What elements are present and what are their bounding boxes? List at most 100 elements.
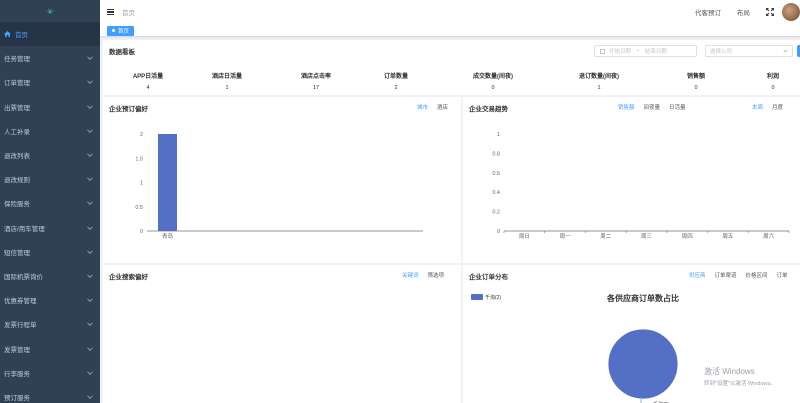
y-tick-label: 2 xyxy=(140,132,143,138)
end-date-input[interactable]: 结束日期 xyxy=(645,47,667,55)
legend-swatch[interactable] xyxy=(471,294,483,300)
chevron-down-icon xyxy=(87,127,93,133)
chevron-down-icon xyxy=(87,369,93,375)
chevron-down-icon xyxy=(87,175,93,182)
layout-link[interactable]: 布局 xyxy=(737,7,750,17)
sidebar-item-label: 发票管理 xyxy=(4,346,30,354)
sidebar-item[interactable]: 发票行程单 xyxy=(0,312,100,336)
x-tick-label: 周三 xyxy=(641,233,653,240)
x-tick-label: 周六 xyxy=(763,232,775,240)
legend-label[interactable]: 千淘(2) xyxy=(485,294,501,301)
stat-item: 酒店日活量 1 xyxy=(197,71,257,91)
sidebar-item[interactable]: 优惠券管理 xyxy=(0,288,100,312)
sidebar-menu: 首页任务管理订单管理出票管理人工补录退改列表 退改规则保险服务酒店/用车管理短信管… xyxy=(0,22,100,403)
sidebar-item-label: 首页 xyxy=(15,32,28,40)
pie-slice[interactable] xyxy=(607,328,679,400)
stat-value: 4 xyxy=(146,85,150,91)
booking-preference-panel: 企业预订偏好 城市 酒店 0 0.5 1 1.5 2 青岛 xyxy=(103,97,461,263)
tab-filter[interactable]: 筛选项 xyxy=(428,271,445,279)
sidebar-item[interactable]: 人工补录 xyxy=(0,119,100,143)
stat-value: 0 xyxy=(491,85,495,91)
sidebar-item[interactable]: 退改列表 xyxy=(0,143,100,167)
chevron-down-icon xyxy=(87,296,93,303)
sidebar-item-label: 人工补录 xyxy=(4,128,30,136)
y-tick-label: 1 xyxy=(497,132,500,138)
y-tick-label: 0.2 xyxy=(492,210,500,216)
stat-label: 酒店点击率 xyxy=(300,74,331,80)
stat-item: APP日活量 4 xyxy=(118,71,178,91)
home-icon xyxy=(4,31,11,38)
chevron-down-icon xyxy=(87,54,93,61)
panel-title: 企业搜索偏好 xyxy=(109,274,148,281)
tags-view: 首页 xyxy=(100,24,800,37)
stat-value: 1 xyxy=(225,85,229,91)
sidebar-item-label: 保险服务 xyxy=(4,201,30,209)
sidebar-item[interactable]: 任务管理 xyxy=(0,46,100,70)
stat-label: 成交数量(间夜) xyxy=(473,74,513,80)
sidebar-item[interactable]: 酒店/用车管理 xyxy=(0,216,100,240)
leaf-logo-icon xyxy=(45,8,55,14)
booking-link[interactable]: 代客预订 xyxy=(695,7,721,17)
y-tick-label: 0.5 xyxy=(135,205,143,211)
company-select-placeholder: 选择公司 xyxy=(710,49,733,55)
sidebar-item[interactable]: 首页 xyxy=(0,22,100,47)
chevron-down-icon xyxy=(87,78,93,85)
watermark-line-1: 激活 Windows xyxy=(704,367,755,376)
sidebar-item-label: 短信管理 xyxy=(4,249,30,257)
sidebar-item-label: 优惠券管理 xyxy=(4,298,37,306)
stat-item: 成交数量(间夜) 0 xyxy=(463,71,523,91)
date-range-picker[interactable]: 开始日期 - 结束日期 xyxy=(594,45,697,57)
sidebar-item[interactable]: 订单管理 xyxy=(0,70,100,94)
stat-item: 利润 0 xyxy=(743,71,800,91)
stat-label: 订单数量 xyxy=(383,74,408,80)
stats-row: APP日活量 4 酒店日活量 1 酒店点击率 17 订单数量 2 成交数量(间夜) 0 退订数量(间… xyxy=(103,71,800,93)
x-tick-label: 周四 xyxy=(682,233,693,240)
x-tick-label: 周五 xyxy=(722,233,734,240)
dashboard-summary: 数据看板 开始日期 - 结束日期 选择公司 APP日活量 4 酒店日活量 1 酒店点击率… xyxy=(103,40,800,95)
trade-trend-panel: 企业交易趋势 销售额 间夜量 日活量 本周 月度 0 0.2 0.4 0.6 0.8 1 周… xyxy=(463,97,800,263)
chevron-down-icon xyxy=(87,344,93,351)
sidebar-item-label: 出票管理 xyxy=(4,104,30,112)
tag-dot-icon xyxy=(112,29,115,32)
sidebar-item[interactable]: 发票管理 xyxy=(0,336,100,360)
panel-tabs: 关键词 筛选项 xyxy=(393,271,444,279)
x-tick-label: 周一 xyxy=(560,233,572,240)
y-tick-label: 0 xyxy=(497,229,500,235)
watermark-line-2: 转到"设置"以激活 Windows。 xyxy=(704,381,776,387)
breadcrumb[interactable]: 首页 xyxy=(122,7,135,17)
pie-label-line xyxy=(640,399,642,403)
sidebar-item[interactable]: 行李服务 xyxy=(0,361,100,385)
stat-label: 退订数量(间夜) xyxy=(579,74,619,80)
fullscreen-icon[interactable] xyxy=(766,8,774,16)
bar[interactable] xyxy=(158,134,177,231)
tab-keyword[interactable]: 关键词 xyxy=(402,271,419,279)
avatar[interactable] xyxy=(782,3,800,21)
company-select[interactable]: 选择公司 xyxy=(705,45,793,57)
hamburger-icon[interactable] xyxy=(107,8,114,16)
stat-value: 0 xyxy=(694,85,698,91)
tag-home[interactable]: 首页 xyxy=(107,25,135,36)
x-tick-label: 青岛 xyxy=(162,232,174,240)
sidebar-item[interactable]: 退改规则 xyxy=(0,167,100,191)
sidebar-item[interactable]: 出票管理 xyxy=(0,95,100,119)
search-preference-panel: 企业搜索偏好 关键词 筛选项 xyxy=(103,265,461,403)
x-tick-label: 周二 xyxy=(600,233,612,240)
stat-label: 酒店日活量 xyxy=(211,74,242,80)
chevron-down-icon xyxy=(87,320,93,327)
sidebar-item-label: 订单管理 xyxy=(4,80,30,88)
sidebar-item[interactable]: 预订服务 xyxy=(0,385,100,403)
start-date-input[interactable]: 开始日期 xyxy=(609,47,631,55)
chevron-down-icon xyxy=(87,103,93,109)
date-separator: - xyxy=(637,48,639,54)
sidebar-item[interactable]: 保险服务 xyxy=(0,191,100,215)
chevron-down-icon xyxy=(87,223,93,230)
x-tick-label: 周日 xyxy=(519,233,530,240)
sidebar-item[interactable]: 国际机票询价 xyxy=(0,264,100,288)
dashboard-title: 数据看板 xyxy=(109,49,135,56)
stat-label: APP日活量 xyxy=(132,74,164,80)
sidebar-item[interactable]: 短信管理 xyxy=(0,240,100,264)
sidebar: 首页任务管理订单管理出票管理人工补录退改列表 退改规则保险服务酒店/用车管理短信管… xyxy=(0,0,100,403)
y-tick-label: 0.4 xyxy=(492,190,500,196)
stat-value: 17 xyxy=(312,85,320,91)
stat-label: 销售额 xyxy=(686,74,705,80)
